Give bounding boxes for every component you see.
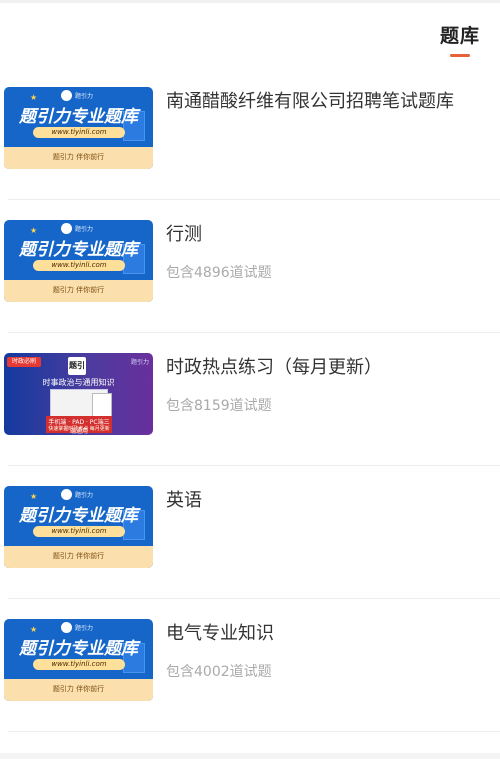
banner-title: 题引力专业题库 [19,506,138,526]
news-caption-line2: 快速掌握时政考点 每月更新 [48,426,110,432]
brand-logo-icon [61,622,72,633]
item-title: 时政热点练习（每月更新） [166,357,382,378]
star-icon: ★ [30,93,38,102]
list-item[interactable]: ★ 题引力 题引力专业题库 www.tiyinli.com 题引力 伴你前行 英… [0,466,500,599]
brand-logo-icon [61,489,72,500]
banner-url: www.tiyinli.com [33,526,125,537]
item-question-count: 包含4896道试题 [166,265,272,281]
banner-title: 题引力专业题库 [19,639,138,659]
tab-question-bank[interactable]: 题库 [438,21,482,57]
item-question-count: 包含8159道试题 [166,398,272,414]
banner-url: www.tiyinli.com [33,127,125,138]
news-brand: 题引力 [130,359,149,366]
news-title: 时事政治与通用知识 [42,378,115,387]
list-item[interactable]: ★ 题引力 题引力专业题库 www.tiyinli.com 题引力 伴你前行 行… [0,200,500,333]
banner-logo-text: 题引力 [75,226,94,233]
news-logo-icon: 题引 [68,357,86,375]
item-title: 南通醋酸纤维有限公司招聘笔试题库 [166,91,454,112]
item-thumbnail: ★ 题引力 题引力专业题库 www.tiyinli.com 题引力 伴你前行 [4,220,153,302]
star-icon: ★ [30,226,38,235]
star-icon: ★ [30,625,38,634]
banner-title: 题引力专业题库 [19,240,138,260]
item-question-count: 包含4002道试题 [166,664,272,680]
brand-logo-icon [61,90,72,101]
list-item[interactable]: ★ 题引力 题引力专业题库 www.tiyinli.com 题引力 伴你前行 电… [0,599,500,732]
item-title: 英语 [166,490,202,511]
banner-tagline: 题引力 伴你前行 [52,685,105,693]
item-thumbnail: ★ 题引力 题引力专业题库 www.tiyinli.com 题引力 伴你前行 [4,87,153,169]
phone-preview [92,393,112,417]
brand-logo-icon [61,223,72,234]
news-tag: 时政必刷 [7,357,41,367]
star-icon: ★ [30,492,38,501]
banner-tagline: 题引力 伴你前行 [52,286,105,294]
item-title: 电气专业知识 [166,623,274,644]
tab-active-indicator [450,54,470,57]
item-divider [8,731,500,732]
item-title: 行测 [166,224,202,245]
banner-tagline: 题引力 伴你前行 [52,153,105,161]
banner-title: 题引力专业题库 [19,107,138,127]
list-item[interactable]: 时政必刷 题引 题引力 时事政治与通用知识 手机端 · PAD · PC端三端通… [0,333,500,466]
question-bank-panel: 题库 ★ 题引力 题引力专业题库 www.tiyinli.com 题引力 伴你前… [0,3,500,753]
banner-logo-text: 题引力 [75,625,94,632]
banner-logo-text: 题引力 [75,492,94,499]
list-item[interactable]: ★ 题引力 题引力专业题库 www.tiyinli.com 题引力 伴你前行 南… [0,67,500,200]
tab-label: 题库 [439,25,480,47]
banner-url: www.tiyinli.com [33,260,125,271]
banner-tagline: 题引力 伴你前行 [52,552,105,560]
item-thumbnail: ★ 题引力 题引力专业题库 www.tiyinli.com 题引力 伴你前行 [4,486,153,568]
item-thumbnail: ★ 题引力 题引力专业题库 www.tiyinli.com 题引力 伴你前行 [4,619,153,701]
item-thumbnail: 时政必刷 题引 题引力 时事政治与通用知识 手机端 · PAD · PC端三端通… [4,353,153,435]
banner-logo-text: 题引力 [75,93,94,100]
banner-url: www.tiyinli.com [33,659,125,670]
